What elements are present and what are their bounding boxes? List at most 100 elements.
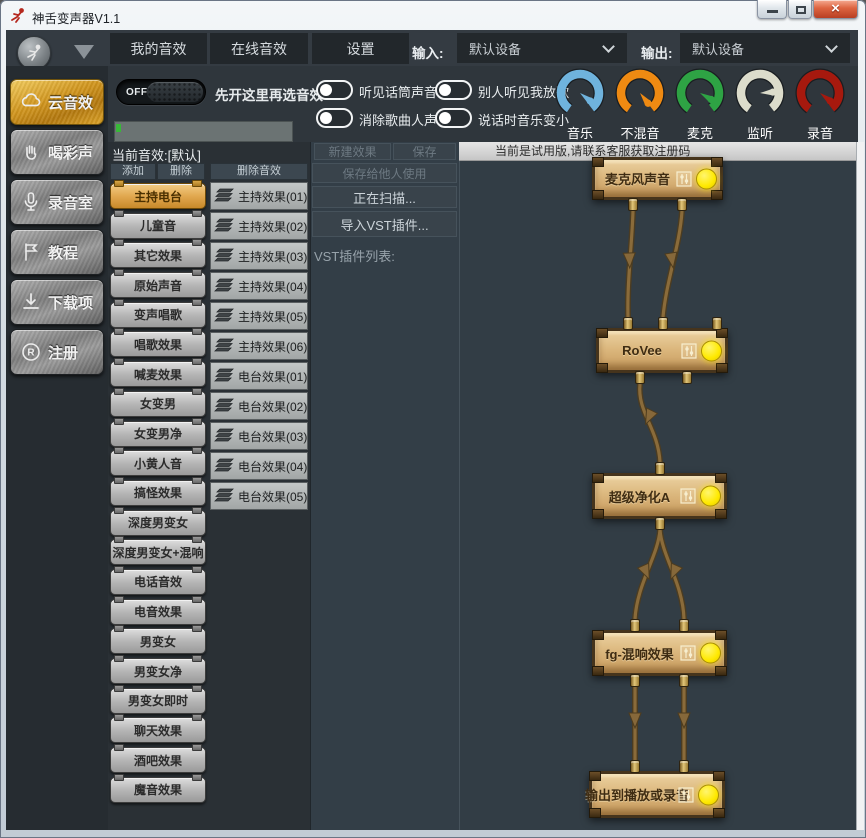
sidebar-item-下载项[interactable]: 下载项 [10, 279, 104, 325]
delete-effect-button[interactable]: 删除音效 [210, 163, 308, 180]
category-电话音效[interactable]: 电话音效 [110, 569, 206, 595]
connector-plug[interactable] [630, 760, 640, 773]
category-原始声音[interactable]: 原始声音 [110, 272, 206, 298]
knob-麦克[interactable] [673, 66, 727, 120]
connector-plug[interactable] [682, 371, 692, 384]
new-effect-button[interactable]: 新建效果 [314, 143, 391, 160]
preset-主持效果(04)[interactable]: 主持效果(04) [210, 272, 308, 300]
knob-音乐[interactable] [553, 66, 607, 120]
connector-plug[interactable] [630, 619, 640, 632]
category-聊天效果[interactable]: 聊天效果 [110, 717, 206, 743]
category-其它效果[interactable]: 其它效果 [110, 242, 206, 268]
category-女变男净[interactable]: 女变男净 [110, 421, 206, 447]
app-icon [9, 7, 26, 24]
preset-电台效果(02)[interactable]: 电台效果(02) [210, 392, 308, 420]
preset-主持效果(01)[interactable]: 主持效果(01) [210, 182, 308, 210]
preset-主持效果(03)[interactable]: 主持效果(03) [210, 242, 308, 270]
category-搞怪效果[interactable]: 搞怪效果 [110, 480, 206, 506]
category-变声唱歌[interactable]: 变声唱歌 [110, 302, 206, 328]
tab-settings[interactable]: 设置 [312, 33, 409, 64]
preset-电台效果(05)[interactable]: 电台效果(05) [210, 482, 308, 510]
close-icon: × [814, 0, 857, 17]
connector-plug[interactable] [712, 317, 722, 330]
delete-button[interactable]: 删除 [157, 163, 205, 180]
connector-plug[interactable] [679, 619, 689, 632]
connector-plug[interactable] [677, 198, 687, 211]
preset-主持效果(05)[interactable]: 主持效果(05) [210, 302, 308, 330]
category-唱歌效果[interactable]: 唱歌效果 [110, 331, 206, 357]
scanning-button[interactable]: 正在扫描... [312, 186, 457, 208]
category-魔音效果[interactable]: 魔音效果 [110, 777, 206, 803]
books-icon [214, 397, 236, 415]
master-switch[interactable]: OFF [116, 79, 206, 105]
minimize-button[interactable] [757, 0, 787, 19]
led-indicator [700, 486, 721, 507]
connector-plug[interactable] [630, 674, 640, 687]
category-男变女净[interactable]: 男变女净 [110, 658, 206, 684]
connector-plug[interactable] [658, 317, 668, 330]
knob-dial [793, 66, 847, 120]
node-RoVee[interactable]: RoVee [596, 328, 728, 373]
import-vst-button[interactable]: 导入VST插件... [312, 211, 457, 237]
master-switch-hint: 先开这里再选音效 [215, 84, 323, 104]
toggle-说话时音乐变小[interactable] [435, 108, 472, 128]
sidebar-item-云音效[interactable]: 云音效 [10, 79, 104, 125]
category-电音效果[interactable]: 电音效果 [110, 599, 206, 625]
node-fg-混响效果[interactable]: fg-混响效果 [592, 630, 727, 676]
connector-plug[interactable] [679, 674, 689, 687]
toggle-消除歌曲人声[interactable] [316, 108, 353, 128]
category-女变男[interactable]: 女变男 [110, 391, 206, 417]
menu-dropdown-icon[interactable] [74, 45, 94, 59]
preset-主持效果(02)[interactable]: 主持效果(02) [210, 212, 308, 240]
tab-my-effects[interactable]: 我的音效 [110, 33, 207, 64]
preset-电台效果(04)[interactable]: 电台效果(04) [210, 452, 308, 480]
output-device-select[interactable]: 默认设备 [680, 33, 850, 63]
connector-plug[interactable] [623, 317, 633, 330]
category-男变女即时[interactable]: 男变女即时 [110, 688, 206, 714]
save-button[interactable]: 保存 [393, 143, 456, 160]
mixer-icon[interactable] [678, 787, 694, 803]
mixer-icon[interactable] [681, 343, 697, 359]
chevron-down-icon [602, 40, 615, 53]
books-icon [214, 457, 236, 475]
mixer-icon[interactable] [680, 645, 696, 661]
node-麦克风声音[interactable]: 麦克风声音 [592, 157, 723, 200]
save-share-button[interactable]: 保存给他人使用 [312, 163, 457, 183]
sidebar-item-录音室[interactable]: 录音室 [10, 179, 104, 225]
input-device-select[interactable]: 默认设备 [457, 33, 627, 63]
logo-button[interactable] [17, 36, 51, 70]
connector-plug[interactable] [628, 198, 638, 211]
category-主持电台[interactable]: 主持电台 [110, 183, 206, 209]
scrollbar[interactable] [856, 142, 864, 830]
category-男变女[interactable]: 男变女 [110, 628, 206, 654]
category-深度男变女+混响[interactable]: 深度男变女+混响 [110, 539, 206, 565]
connector-plug[interactable] [655, 517, 665, 530]
node-超级净化A[interactable]: 超级净化A [592, 473, 727, 519]
sidebar-item-教程[interactable]: 教程 [10, 229, 104, 275]
knob-不混音[interactable] [613, 66, 667, 120]
knob-录音[interactable] [793, 66, 847, 120]
close-button[interactable]: × [813, 0, 858, 19]
toggle-别人听见我放歌[interactable] [435, 80, 472, 100]
knob-监听[interactable] [733, 66, 787, 120]
add-button[interactable]: 添加 [110, 163, 156, 180]
category-深度男变女[interactable]: 深度男变女 [110, 510, 206, 536]
preset-电台效果(03)[interactable]: 电台效果(03) [210, 422, 308, 450]
connector-plug[interactable] [655, 462, 665, 475]
category-小黄人音[interactable]: 小黄人音 [110, 450, 206, 476]
mixer-icon[interactable] [680, 488, 696, 504]
connector-plug[interactable] [635, 371, 645, 384]
toggle-听见话筒声音[interactable] [316, 80, 353, 100]
category-喊麦效果[interactable]: 喊麦效果 [110, 361, 206, 387]
category-酒吧效果[interactable]: 酒吧效果 [110, 747, 206, 773]
sidebar-item-注册[interactable]: R注册 [10, 329, 104, 375]
sidebar-item-喝彩声[interactable]: 喝彩声 [10, 129, 104, 175]
preset-主持效果(06)[interactable]: 主持效果(06) [210, 332, 308, 360]
mixer-icon[interactable] [676, 171, 692, 187]
tab-online-effects[interactable]: 在线音效 [210, 33, 308, 64]
connector-plug[interactable] [679, 760, 689, 773]
node-输出到播放或录音[interactable]: 输出到播放或录音 [589, 771, 725, 818]
category-儿童音[interactable]: 儿童音 [110, 213, 206, 239]
maximize-button[interactable] [788, 0, 812, 19]
preset-电台效果(01)[interactable]: 电台效果(01) [210, 362, 308, 390]
